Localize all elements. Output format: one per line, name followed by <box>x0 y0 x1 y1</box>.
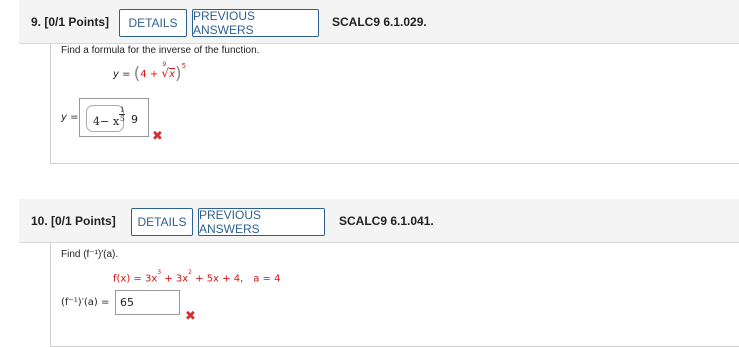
function-exp2: 2 <box>188 269 192 276</box>
question-header: 9. [0/1 Points] DETAILS PREVIOUS ANSWERS… <box>19 0 739 44</box>
question-prompt: Find a formula for the inverse of the fu… <box>61 45 260 56</box>
question-number: 9. [0/1 Points] <box>31 15 110 29</box>
function-lhs: y = <box>113 69 134 80</box>
radical-sign-icon: √ <box>161 66 170 80</box>
answer-exp-num: 1 <box>120 106 125 114</box>
details-button[interactable]: DETAILS <box>119 9 187 37</box>
function-part1: f(x) = 3x <box>113 273 158 285</box>
previous-answers-button[interactable]: PREVIOUS ANSWERS <box>198 208 325 236</box>
question-10: 10. [0/1 Points] DETAILS PREVIOUS ANSWER… <box>0 199 739 347</box>
paren-open: ( <box>133 64 141 84</box>
question-header: 10. [0/1 Points] DETAILS PREVIOUS ANSWER… <box>19 199 739 243</box>
answer-label: y = <box>61 112 79 123</box>
x-mark-icon: ✖ <box>152 128 163 143</box>
function-plus: + <box>146 69 162 80</box>
question-9: 9. [0/1 Points] DETAILS PREVIOUS ANSWERS… <box>0 0 739 164</box>
question-reference: SCALC9 6.1.029. <box>332 15 427 29</box>
root-index: 9 <box>162 61 167 68</box>
answer-trailing: 9 <box>131 113 138 126</box>
question-body: Find a formula for the inverse of the fu… <box>50 44 739 164</box>
given-function: f(x) = 3x3 + 3x2 + 5x + 4, a = 4 <box>113 269 281 285</box>
details-button[interactable]: DETAILS <box>131 208 193 236</box>
function-exp1: 3 <box>157 269 162 276</box>
answer-const: 4 <box>93 115 100 128</box>
function-part3: + 5x + 4, <box>191 273 244 285</box>
answer-var: x <box>113 115 120 128</box>
given-function: y = (4 + 9 √x)5 <box>113 61 187 86</box>
root-expression: 9 √x <box>161 61 175 80</box>
x-mark-icon: ✖ <box>185 308 196 323</box>
answer-input[interactable]: 65 <box>115 290 180 315</box>
a-value: a = 4 <box>253 273 281 285</box>
question-reference: SCALC9 6.1.041. <box>339 214 434 228</box>
previous-answers-button[interactable]: PREVIOUS ANSWERS <box>192 9 319 37</box>
question-number: 10. [0/1 Points] <box>31 214 116 228</box>
answer-exp-den: 5 <box>120 115 125 123</box>
answer-label: (f⁻¹)′(a) = <box>61 297 110 308</box>
function-part2: + 3x <box>161 273 189 285</box>
question-prompt: Find (f⁻¹)′(a). <box>61 249 119 260</box>
answer-input[interactable]: 4 − x 1 5 9 <box>79 98 149 137</box>
answer-value: 65 <box>120 296 134 309</box>
paren-close: ) <box>175 64 182 84</box>
answer-minus: − <box>100 115 110 128</box>
function-exponent: 5 <box>181 61 187 70</box>
question-body: Find (f⁻¹)′(a). f(x) = 3x3 + 3x2 + 5x + … <box>50 243 739 347</box>
